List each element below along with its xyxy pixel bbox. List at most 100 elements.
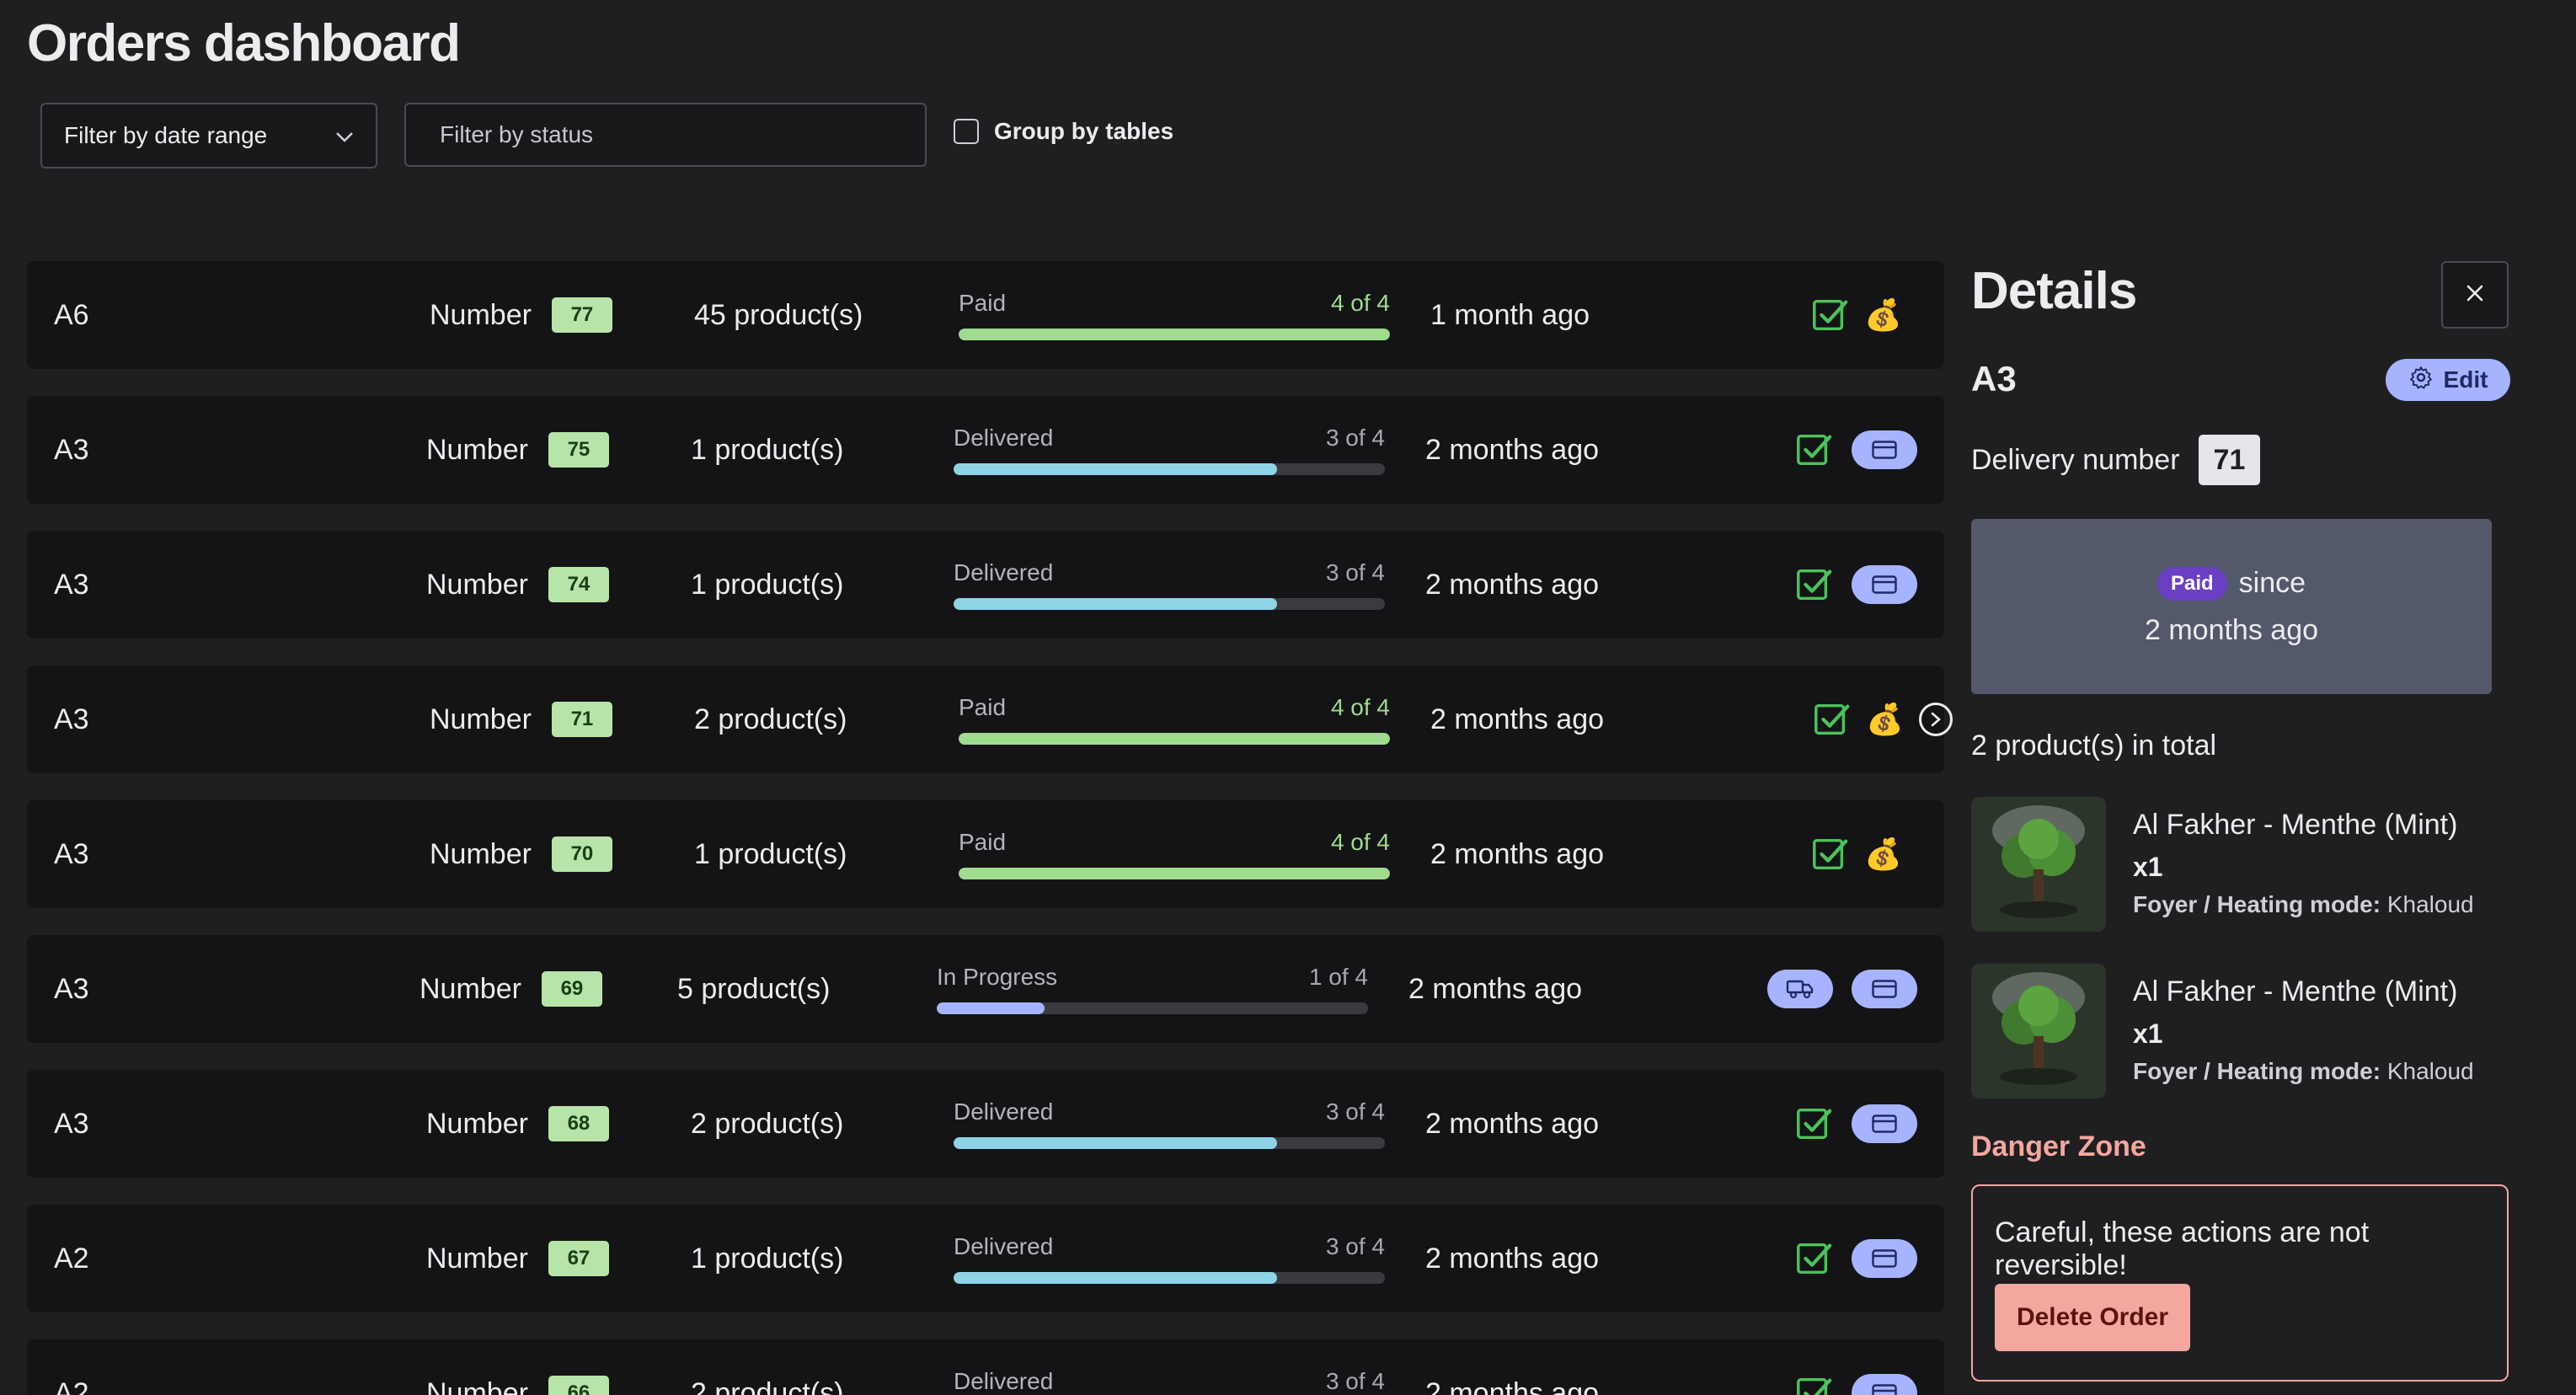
since-label: since [2238, 567, 2306, 599]
order-number-badge: 68 [548, 1106, 609, 1141]
group-by-label: Group by tables [994, 118, 1174, 144]
order-status: Delivered [954, 1098, 1054, 1125]
check-icon[interactable] [1794, 1374, 1833, 1395]
product-qty: x1 [2133, 852, 2163, 882]
order-status: Delivered [954, 1368, 1054, 1394]
order-actions [1794, 531, 1917, 639]
product-name: Al Fakher - Menthe (Mint) [2133, 975, 2458, 1008]
order-number-group: Number 74 [426, 531, 609, 639]
check-icon[interactable] [1810, 296, 1849, 334]
chevron-right-icon[interactable] [1919, 703, 1953, 736]
danger-zone-title: Danger Zone [1971, 1130, 2146, 1162]
order-status: Delivered [954, 1233, 1054, 1259]
order-step: 3 of 4 [1325, 425, 1385, 451]
order-actions [1794, 1339, 1917, 1395]
order-row[interactable]: A2 Number 67 1 product(s) Delivered 3 of 4 2 m… [27, 1205, 1944, 1312]
edit-button[interactable]: Edit [2386, 359, 2510, 401]
card-icon[interactable] [1852, 1374, 1917, 1395]
check-icon[interactable] [1794, 430, 1833, 469]
card-icon[interactable] [1852, 970, 1917, 1008]
order-row[interactable]: A6 Number 77 45 product(s) Paid 4 of 4 1 month… [27, 261, 1944, 369]
card-icon[interactable] [1852, 565, 1917, 604]
money-bag-icon[interactable]: 💰 [1864, 839, 1902, 869]
delivery-label: Delivery number [1971, 443, 2180, 476]
order-products: 1 product(s) [691, 1242, 844, 1275]
order-number-group: Number 70 [430, 800, 612, 908]
order-products: 1 product(s) [691, 433, 844, 466]
danger-zone-box: Careful, these actions are not reversibl… [1971, 1184, 2509, 1382]
details-table-name: A3 [1971, 359, 2017, 398]
order-products: 45 product(s) [694, 298, 863, 331]
progress-bar [959, 733, 1390, 745]
order-step: 4 of 4 [1330, 829, 1390, 855]
number-label: Number [426, 433, 528, 466]
order-number-badge: 67 [548, 1241, 609, 1276]
order-actions [1794, 1205, 1917, 1312]
order-actions [1794, 396, 1917, 504]
order-products: 5 product(s) [677, 972, 831, 1005]
card-icon[interactable] [1852, 430, 1917, 469]
delivery-number: 71 [2198, 435, 2261, 485]
check-icon[interactable] [1794, 1104, 1833, 1143]
order-progress: Paid 4 of 4 [959, 290, 1390, 340]
card-icon[interactable] [1852, 1239, 1917, 1278]
order-products: 2 product(s) [694, 703, 847, 735]
chevron-down-icon [335, 122, 354, 149]
money-bag-icon[interactable]: 💰 [1864, 300, 1902, 330]
order-products: 2 product(s) [691, 1107, 844, 1140]
order-actions [1767, 935, 1917, 1043]
order-status: Paid [959, 829, 1007, 855]
order-row[interactable]: A3 Number 75 1 product(s) Delivered 3 of 4 2 m… [27, 396, 1944, 504]
order-time: 2 months ago [1425, 1107, 1600, 1140]
progress-fill [954, 1272, 1277, 1284]
mode-label: Foyer / Heating mode: [2133, 891, 2381, 917]
product-image [1971, 964, 2106, 1098]
order-number-group: Number 75 [426, 396, 609, 504]
order-status: Delivered [954, 425, 1054, 451]
order-row[interactable]: A2 Number 66 2 product(s) Delivered 3 of 4 2 m… [27, 1339, 1944, 1395]
progress-fill [959, 733, 1390, 745]
order-step: 3 of 4 [1325, 1098, 1385, 1125]
page-title: Orders dashboard [27, 14, 461, 72]
since-time: 2 months ago [2144, 613, 2319, 646]
order-number-badge: 66 [548, 1376, 609, 1395]
order-row[interactable]: A3 Number 71 2 product(s) Paid 4 of 4 2 months… [27, 665, 1953, 773]
progress-bar [954, 463, 1385, 475]
money-bag-icon[interactable]: 💰 [1866, 704, 1904, 735]
group-by-tables-toggle[interactable]: Group by tables [954, 118, 1173, 145]
check-icon[interactable] [1794, 1239, 1833, 1278]
order-number-badge: 70 [551, 836, 612, 872]
progress-fill [954, 598, 1277, 610]
order-row[interactable]: A3 Number 74 1 product(s) Delivered 3 of 4 2 m… [27, 531, 1944, 639]
order-table: A3 [54, 433, 89, 466]
date-range-filter[interactable]: Filter by date range [40, 103, 377, 168]
order-table: A3 [54, 703, 89, 735]
number-label: Number [426, 1107, 528, 1140]
order-row[interactable]: A3 Number 69 5 product(s) In Progress 1 of 4 2… [27, 935, 1944, 1043]
check-icon[interactable] [1794, 565, 1833, 604]
order-table: A3 [54, 972, 89, 1005]
close-button[interactable] [2441, 261, 2509, 329]
order-number-badge: 74 [548, 567, 609, 602]
number-label: Number [430, 703, 532, 735]
progress-fill [954, 1137, 1277, 1149]
order-status: Delivered [954, 559, 1054, 585]
check-icon[interactable] [1812, 700, 1851, 739]
order-row[interactable]: A3 Number 68 2 product(s) Delivered 3 of 4 2 m… [27, 1070, 1944, 1178]
card-icon[interactable] [1852, 1104, 1917, 1143]
order-table: A3 [54, 568, 89, 601]
truck-icon[interactable] [1767, 970, 1833, 1008]
status-filter-input[interactable] [404, 103, 927, 167]
order-progress: Paid 4 of 4 [959, 694, 1390, 745]
order-time: 2 months ago [1425, 1376, 1600, 1395]
order-step: 3 of 4 [1325, 559, 1385, 585]
order-number-group: Number 67 [426, 1205, 609, 1312]
order-number-badge: 75 [548, 432, 609, 468]
order-time: 2 months ago [1408, 972, 1583, 1005]
order-number-badge: 77 [551, 297, 612, 333]
check-icon[interactable] [1810, 835, 1849, 874]
status-badge: Paid [2156, 566, 2227, 601]
delete-order-button[interactable]: Delete Order [1995, 1284, 2190, 1351]
group-by-checkbox[interactable] [954, 119, 979, 144]
order-row[interactable]: A3 Number 70 1 product(s) Paid 4 of 4 2 months… [27, 800, 1944, 908]
